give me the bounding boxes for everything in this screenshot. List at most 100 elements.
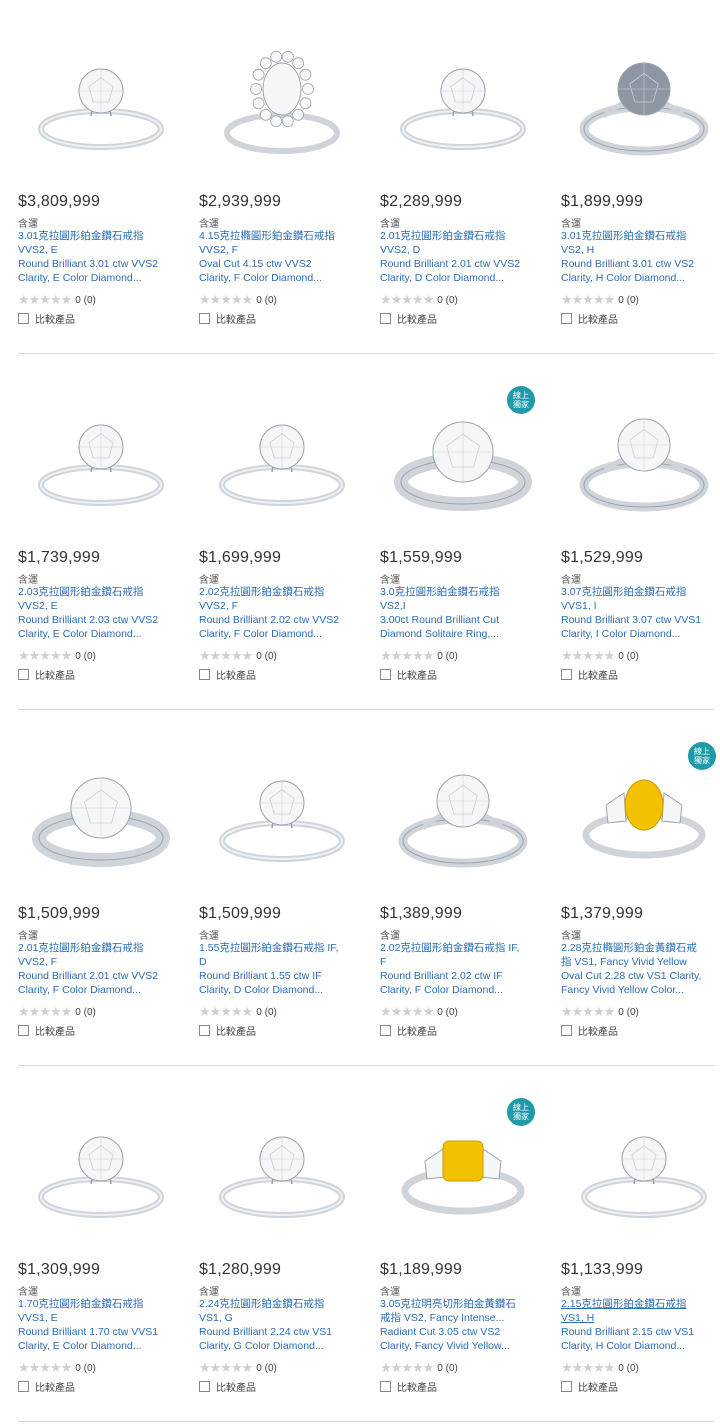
compare-checkbox[interactable]: 比較產品 — [18, 1023, 75, 1038]
compare-checkbox[interactable]: 比較產品 — [380, 1379, 437, 1394]
product-image[interactable] — [18, 738, 183, 888]
compare-checkbox[interactable]: 比較產品 — [18, 311, 75, 326]
product-title-link[interactable]: 3.01克拉圓形鉑金鑽石戒指 VS2, H Round Brilliant 3.… — [561, 229, 720, 285]
compare-checkbox[interactable]: 比較產品 — [199, 667, 256, 682]
rating[interactable]: ★★★★★ 0 (0) — [380, 292, 458, 308]
rating[interactable]: ★★★★★ 0 (0) — [380, 1360, 458, 1376]
product-image[interactable] — [561, 382, 720, 532]
product-card[interactable]: $1,509,999 含運 2.01克拉圓形鉑金鑽石戒指 VVS2, F Rou… — [18, 712, 183, 1052]
checkbox-icon[interactable] — [18, 1025, 29, 1036]
checkbox-icon[interactable] — [561, 1025, 572, 1036]
product-title-link[interactable]: 3.05克拉明亮切形鉑金黃鑽石 戒指 VS2, Fancy Intense...… — [380, 1297, 540, 1353]
product-title-link[interactable]: 2.02克拉圓形鉑金鑽石戒指 VVS2, F Round Brilliant 2… — [199, 585, 359, 641]
product-image[interactable] — [199, 26, 364, 176]
product-title-link[interactable]: 1.55克拉圓形鉑金鑽石戒指 IF, D Round Brilliant 1.5… — [199, 941, 359, 997]
product-card[interactable]: $3,809,999 含運 3.01克拉圓形鉑金鑽石戒指 VVS2, E Rou… — [18, 0, 183, 340]
product-card[interactable]: $1,280,999 含運 2.24克拉圓形鉑金鑽石戒指 VS1, G Roun… — [199, 1068, 364, 1408]
product-title-link[interactable]: 2.02克拉圓形鉑金鑽石戒指 IF, F Round Brilliant 2.0… — [380, 941, 540, 997]
title-line: 戒指 VS2, Fancy Intense... — [380, 1312, 505, 1324]
rating[interactable]: ★★★★★ 0 (0) — [561, 1360, 639, 1376]
product-image[interactable] — [380, 26, 545, 176]
compare-checkbox[interactable]: 比較產品 — [561, 311, 618, 326]
product-title-link[interactable]: 3.0克拉圓形鉑金鑽石戒指 VS2,I 3.00ct Round Brillia… — [380, 585, 540, 641]
checkbox-icon[interactable] — [380, 669, 391, 680]
product-image[interactable] — [380, 738, 545, 888]
compare-checkbox[interactable]: 比較產品 — [380, 311, 437, 326]
compare-checkbox[interactable]: 比較產品 — [199, 1023, 256, 1038]
product-title-link[interactable]: 2.24克拉圓形鉑金鑽石戒指 VS1, G Round Brilliant 2.… — [199, 1297, 359, 1353]
compare-checkbox[interactable]: 比較產品 — [18, 667, 75, 682]
checkbox-icon[interactable] — [380, 1025, 391, 1036]
compare-checkbox[interactable]: 比較產品 — [199, 311, 256, 326]
checkbox-icon[interactable] — [199, 1381, 210, 1392]
compare-checkbox[interactable]: 比較產品 — [561, 1023, 618, 1038]
checkbox-icon[interactable] — [561, 1381, 572, 1392]
product-title-link[interactable]: 2.01克拉圓形鉑金鑽石戒指 VVS2, D Round Brilliant 2… — [380, 229, 540, 285]
compare-checkbox[interactable]: 比較產品 — [199, 1379, 256, 1394]
product-card[interactable]: 線上 獨家 $1,379,999 含運 2.28克拉橢圓形鉑金黃鑽石戒 指 VS… — [561, 712, 720, 1052]
rating[interactable]: ★★★★★ 0 (0) — [561, 292, 639, 308]
compare-checkbox[interactable]: 比較產品 — [380, 667, 437, 682]
rating[interactable]: ★★★★★ 0 (0) — [18, 1360, 96, 1376]
product-title-link[interactable]: 2.15克拉圓形鉑金鑽石戒指 VS1, H Round Brilliant 2.… — [561, 1297, 720, 1353]
checkbox-icon[interactable] — [18, 669, 29, 680]
product-image[interactable] — [561, 1094, 720, 1244]
rating[interactable]: ★★★★★ 0 (0) — [561, 648, 639, 664]
compare-checkbox[interactable]: 比較產品 — [561, 667, 618, 682]
product-card[interactable]: 線上 獨家 $1,189,999 含運 3.05克拉明亮切形鉑金黃鑽石 戒指 V… — [380, 1068, 545, 1408]
product-title-link[interactable]: 2.03克拉圓形鉑金鑽石戒指 VVS2, E Round Brilliant 2… — [18, 585, 178, 641]
product-card[interactable]: $2,289,999 含運 2.01克拉圓形鉑金鑽石戒指 VVS2, D Rou… — [380, 0, 545, 340]
rating[interactable]: ★★★★★ 0 (0) — [18, 292, 96, 308]
title-line: Clarity, I Color Diamond... — [561, 628, 681, 640]
compare-checkbox[interactable]: 比較產品 — [380, 1023, 437, 1038]
rating[interactable]: ★★★★★ 0 (0) — [18, 648, 96, 664]
checkbox-icon[interactable] — [18, 1381, 29, 1392]
product-card[interactable]: $1,899,999 含運 3.01克拉圓形鉑金鑽石戒指 VS2, H Roun… — [561, 0, 720, 340]
product-title-link[interactable]: 3.07克拉圓形鉑金鑽石戒指 VVS1, I Round Brilliant 3… — [561, 585, 720, 641]
product-price: $2,289,999 — [380, 193, 463, 210]
product-card[interactable]: 線上 獨家 $1,559,999 含運 3.0克拉圓形鉑金鑽石戒指 VS2,I … — [380, 356, 545, 696]
checkbox-icon[interactable] — [380, 313, 391, 324]
rating[interactable]: ★★★★★ 0 (0) — [199, 648, 277, 664]
product-card[interactable]: $1,699,999 含運 2.02克拉圓形鉑金鑽石戒指 VVS2, F Rou… — [199, 356, 364, 696]
checkbox-icon[interactable] — [199, 669, 210, 680]
compare-checkbox[interactable]: 比較產品 — [18, 1379, 75, 1394]
rating[interactable]: ★★★★★ 0 (0) — [380, 1004, 458, 1020]
compare-checkbox[interactable]: 比較產品 — [561, 1379, 618, 1394]
product-image[interactable] — [561, 26, 720, 176]
rating[interactable]: ★★★★★ 0 (0) — [561, 1004, 639, 1020]
product-image[interactable] — [199, 382, 364, 532]
checkbox-icon[interactable] — [199, 313, 210, 324]
product-card[interactable]: $1,389,999 含運 2.02克拉圓形鉑金鑽石戒指 IF, F Round… — [380, 712, 545, 1052]
checkbox-icon[interactable] — [199, 1025, 210, 1036]
product-image[interactable] — [18, 26, 183, 176]
product-image[interactable] — [199, 1094, 364, 1244]
product-card[interactable]: $2,939,999 含運 4.15克拉橢圓形鉑金鑽石戒指 VVS2, F Ov… — [199, 0, 364, 340]
compare-label: 比較產品 — [35, 1027, 75, 1038]
product-card[interactable]: $1,529,999 含運 3.07克拉圓形鉑金鑽石戒指 VVS1, I Rou… — [561, 356, 720, 696]
online-exclusive-badge: 線上 獨家 — [688, 742, 716, 770]
ring-illustration — [393, 421, 532, 511]
rating[interactable]: ★★★★★ 0 (0) — [199, 292, 277, 308]
product-image[interactable] — [18, 382, 183, 532]
checkbox-icon[interactable] — [561, 313, 572, 324]
rating[interactable]: ★★★★★ 0 (0) — [18, 1004, 96, 1020]
checkbox-icon[interactable] — [561, 669, 572, 680]
product-card[interactable]: $1,509,999 含運 1.55克拉圓形鉑金鑽石戒指 IF, D Round… — [199, 712, 364, 1052]
product-title-link[interactable]: 4.15克拉橢圓形鉑金鑽石戒指 VVS2, F Oval Cut 4.15 ct… — [199, 229, 359, 285]
rating[interactable]: ★★★★★ 0 (0) — [199, 1360, 277, 1376]
checkbox-icon[interactable] — [380, 1381, 391, 1392]
rating[interactable]: ★★★★★ 0 (0) — [199, 1004, 277, 1020]
product-card[interactable]: $1,739,999 含運 2.03克拉圓形鉑金鑽石戒指 VVS2, E Rou… — [18, 356, 183, 696]
product-image[interactable] — [18, 1094, 183, 1244]
product-title-link[interactable]: 2.28克拉橢圓形鉑金黃鑽石戒 指 VS1, Fancy Vivid Yello… — [561, 941, 720, 997]
row-divider — [18, 1421, 714, 1422]
checkbox-icon[interactable] — [18, 313, 29, 324]
product-card[interactable]: $1,133,999 含運 2.15克拉圓形鉑金鑽石戒指 VS1, H Roun… — [561, 1068, 720, 1408]
product-image[interactable] — [199, 738, 364, 888]
product-card[interactable]: $1,309,999 含運 1.70克拉圓形鉑金鑽石戒指 VVS1, E Rou… — [18, 1068, 183, 1408]
product-title-link[interactable]: 1.70克拉圓形鉑金鑽石戒指 VVS1, E Round Brilliant 1… — [18, 1297, 178, 1353]
rating[interactable]: ★★★★★ 0 (0) — [380, 648, 458, 664]
product-title-link[interactable]: 2.01克拉圓形鉑金鑽石戒指 VVS2, F Round Brilliant 2… — [18, 941, 178, 997]
product-title-link[interactable]: 3.01克拉圓形鉑金鑽石戒指 VVS2, E Round Brilliant 3… — [18, 229, 178, 285]
